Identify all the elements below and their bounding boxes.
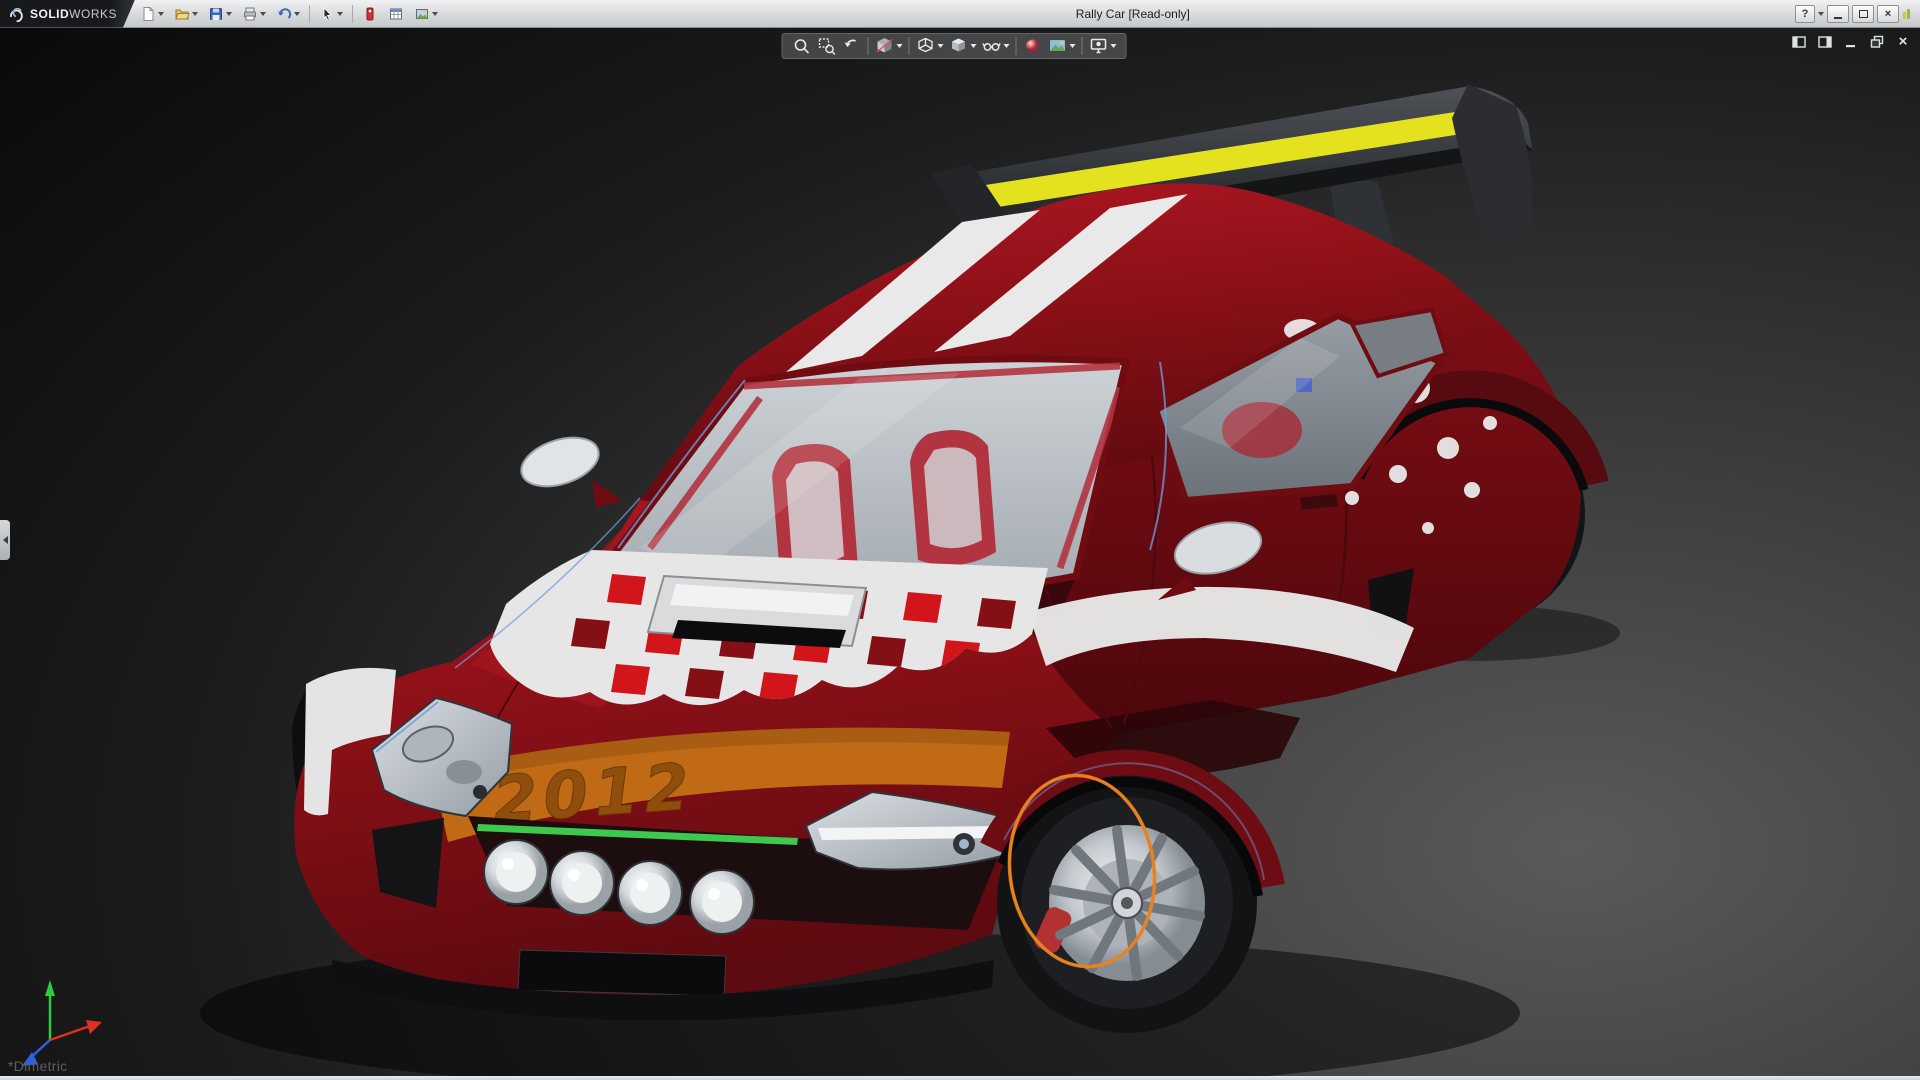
design-table-icon — [388, 6, 404, 22]
design-table-button[interactable] — [384, 2, 408, 26]
toolbar-separator — [352, 5, 353, 23]
dropdown-caret — [192, 12, 198, 16]
close-button[interactable]: × — [1877, 5, 1899, 23]
zoom-to-fit-button[interactable] — [790, 35, 814, 57]
undo-button[interactable] — [272, 2, 304, 26]
dropdown-caret — [897, 44, 903, 48]
zoom-to-area-button[interactable] — [815, 35, 839, 57]
headsup-separator — [1082, 37, 1083, 55]
display-pane-button[interactable] — [1816, 34, 1834, 50]
hood-scoop — [648, 576, 866, 648]
dropdown-caret — [971, 44, 977, 48]
viewport[interactable]: × — [0, 28, 1920, 1080]
xpress-products-icon — [362, 6, 378, 22]
xpress-products-button[interactable] — [358, 2, 382, 26]
titlebar: SOLIDWORKS — [0, 0, 1920, 28]
window-title: Rally Car [Read-only] — [1076, 7, 1190, 21]
headsup-separator — [909, 37, 910, 55]
dropdown-caret — [1111, 44, 1117, 48]
dropdown-caret — [226, 12, 232, 16]
undo-icon — [276, 6, 292, 22]
headsup-view-toolbar — [782, 33, 1127, 59]
headsup-separator — [868, 37, 869, 55]
restore-document-icon — [1869, 34, 1885, 50]
view-settings-button[interactable] — [1087, 35, 1119, 57]
print-icon — [242, 6, 258, 22]
previous-view-button[interactable] — [840, 35, 864, 57]
feature-pane-button[interactable] — [1790, 34, 1808, 50]
headsup-separator — [1016, 37, 1017, 55]
view-settings-icon — [1089, 36, 1109, 56]
view-orientation-label: *Dimetric — [8, 1058, 67, 1074]
reference-triad — [22, 980, 102, 1066]
hide-show-items-button[interactable] — [980, 35, 1012, 57]
close-document-icon: × — [1899, 35, 1908, 49]
collapse-arrow-icon — [3, 536, 8, 544]
help-button[interactable]: ? — [1795, 5, 1815, 23]
wing-endplate — [1452, 84, 1533, 248]
dropdown-caret — [1004, 44, 1010, 48]
minimize-document-button[interactable] — [1842, 34, 1860, 50]
model-scene[interactable]: 2012 — [0, 28, 1920, 1080]
maximize-button[interactable] — [1852, 5, 1874, 23]
resource-monitor-icon[interactable] — [1902, 7, 1915, 20]
close-document-button[interactable]: × — [1894, 34, 1912, 50]
dropdown-caret — [938, 44, 944, 48]
zoom-to-fit-icon — [792, 36, 812, 56]
dropdown-caret — [158, 12, 164, 16]
new-document-icon — [140, 6, 156, 22]
display-style-icon — [949, 36, 969, 56]
select-button[interactable] — [315, 2, 347, 26]
dropdown-caret — [1070, 44, 1076, 48]
dropdown-caret — [294, 12, 300, 16]
dropdown-caret — [337, 12, 343, 16]
save-button[interactable] — [204, 2, 236, 26]
brand-name: SOLIDWORKS — [30, 7, 117, 21]
display-pane-icon — [1817, 34, 1833, 50]
view-orientation-button[interactable] — [914, 35, 946, 57]
apply-scene-icon — [1048, 36, 1068, 56]
screen-options-button[interactable] — [410, 2, 442, 26]
solidworks-logo: SOLIDWORKS — [0, 0, 135, 28]
previous-view-icon — [842, 36, 862, 56]
open-button[interactable] — [170, 2, 202, 26]
feature-pane-icon — [1791, 34, 1807, 50]
document-window-controls: × — [1790, 34, 1912, 50]
dropdown-caret — [432, 12, 438, 16]
minimize-button[interactable] — [1827, 5, 1849, 23]
minimize-document-icon — [1843, 34, 1859, 50]
new-document-button[interactable] — [136, 2, 168, 26]
license-plate — [518, 950, 726, 996]
zoom-to-area-icon — [817, 36, 837, 56]
select-cursor-icon — [319, 6, 335, 22]
restore-document-button[interactable] — [1868, 34, 1886, 50]
status-bar-edge — [0, 1076, 1920, 1080]
seat — [910, 430, 996, 565]
help-dropdown-caret[interactable] — [1818, 12, 1824, 16]
window-controls: ? × — [1795, 5, 1920, 23]
display-style-button[interactable] — [947, 35, 979, 57]
view-orientation-icon — [916, 36, 936, 56]
toolbar-separator — [309, 5, 310, 23]
print-button[interactable] — [238, 2, 270, 26]
solidworks-window: SOLIDWORKS — [0, 0, 1920, 1080]
apply-scene-button[interactable] — [1046, 35, 1078, 57]
side-mirror[interactable] — [515, 429, 622, 508]
edit-appearance-icon — [1023, 36, 1043, 56]
open-folder-icon — [174, 6, 190, 22]
edit-appearance-button[interactable] — [1021, 35, 1045, 57]
dropdown-caret — [260, 12, 266, 16]
save-icon — [208, 6, 224, 22]
3ds-swirl-icon — [8, 6, 24, 22]
screen-options-icon — [414, 6, 430, 22]
section-view-icon — [875, 36, 895, 56]
section-view-button[interactable] — [873, 35, 905, 57]
panel-collapse-tab[interactable] — [0, 520, 10, 560]
hide-show-items-icon — [982, 36, 1002, 56]
